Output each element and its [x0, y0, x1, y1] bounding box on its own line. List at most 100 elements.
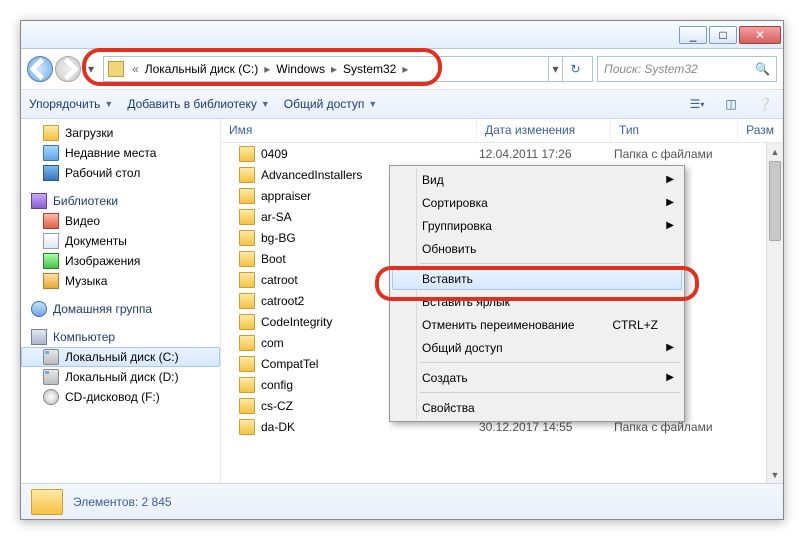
maximize-button[interactable]: □ — [709, 26, 737, 44]
menu-item[interactable]: Вставить — [392, 267, 682, 290]
scrollbar[interactable]: ▲ ▼ — [766, 143, 783, 483]
breadcrumb-seg[interactable]: Локальный диск (C:) — [143, 62, 261, 76]
menu-separator — [420, 362, 680, 363]
sidebar-item[interactable]: Загрузки — [21, 123, 220, 143]
menu-item-label: Вставить — [422, 272, 473, 286]
scroll-thumb[interactable] — [769, 161, 781, 241]
folder-icon — [239, 377, 255, 393]
menu-item[interactable]: Обновить — [392, 237, 682, 260]
menu-separator — [420, 263, 680, 264]
sidebar-item-label: Недавние места — [65, 146, 156, 160]
sidebar-item[interactable]: Домашняя группа — [21, 299, 220, 319]
share-button[interactable]: Общий доступ▼ — [284, 97, 378, 111]
add-to-library-button[interactable]: Добавить в библиотеку▼ — [127, 97, 269, 111]
maximize-icon: □ — [719, 28, 726, 42]
forward-button[interactable] — [55, 56, 81, 82]
cd-icon — [43, 389, 59, 405]
close-button[interactable]: ✕ — [739, 26, 781, 44]
menu-item[interactable]: Создать▶ — [392, 366, 682, 389]
sidebar-item[interactable]: Локальный диск (C:) — [21, 347, 220, 367]
minimize-icon: _ — [690, 28, 697, 42]
menu-item-label: Сортировка — [422, 196, 488, 210]
folder-icon — [239, 398, 255, 414]
sidebar-item-label: Домашняя группа — [53, 302, 152, 316]
places-icon — [43, 145, 59, 161]
table-row[interactable]: 040912.04.2011 17:26Папка с файлами — [221, 143, 783, 164]
menu-item[interactable]: Вид▶ — [392, 168, 682, 191]
back-button[interactable] — [27, 56, 53, 82]
folder-icon — [108, 61, 124, 77]
col-size[interactable]: Разм — [738, 119, 783, 142]
search-placeholder: Поиск: System32 — [604, 62, 698, 76]
file-type: Папка с файлами — [614, 147, 742, 161]
chevron-right-icon[interactable]: ▸ — [327, 62, 341, 76]
breadcrumb-seg[interactable]: System32 — [341, 62, 398, 76]
file-date: 12.04.2011 17:26 — [479, 147, 614, 161]
breadcrumb-seg[interactable]: Windows — [274, 62, 327, 76]
col-name[interactable]: Имя — [221, 119, 477, 142]
folder-icon — [239, 251, 255, 267]
sidebar-item[interactable]: Изображения — [21, 251, 220, 271]
status-bar: Элементов: 2 845 — [21, 483, 783, 519]
search-icon: 🔍 — [755, 62, 770, 76]
folder-icon — [43, 125, 59, 141]
search-input[interactable]: Поиск: System32 🔍 — [597, 56, 777, 82]
folder-icon — [239, 314, 255, 330]
sidebar-item-label: Загрузки — [65, 126, 113, 140]
menu-separator — [420, 392, 680, 393]
col-date[interactable]: Дата изменения — [477, 119, 611, 142]
sidebar-item[interactable]: Документы — [21, 231, 220, 251]
video-icon — [43, 213, 59, 229]
sidebar-item[interactable]: Рабочий стол — [21, 163, 220, 183]
folder-icon — [239, 209, 255, 225]
sidebar-item[interactable]: Недавние места — [21, 143, 220, 163]
submenu-arrow-icon: ▶ — [666, 220, 674, 231]
menu-item-label: Свойства — [422, 401, 475, 415]
menu-item[interactable]: Свойства — [392, 396, 682, 419]
breadcrumb[interactable]: « Локальный диск (C:) ▸ Windows ▸ System… — [103, 56, 593, 82]
breadcrumb-overflow[interactable]: « — [128, 62, 143, 76]
col-type[interactable]: Тип — [611, 119, 738, 142]
view-options-button[interactable]: ☰▾ — [687, 94, 707, 114]
folder-icon — [239, 356, 255, 372]
sidebar-item-label: Локальный диск (D:) — [65, 370, 179, 384]
menu-item[interactable]: Отменить переименованиеCTRL+Z — [392, 313, 682, 336]
breadcrumb-dropdown[interactable]: ▾ — [548, 56, 562, 82]
folder-icon — [239, 335, 255, 351]
sidebar-item[interactable]: Библиотеки — [21, 191, 220, 211]
desktop-icon — [43, 165, 59, 181]
refresh-button[interactable]: ↻ — [562, 56, 588, 82]
sidebar-item-label: Локальный диск (C:) — [65, 350, 179, 364]
sidebar-item[interactable]: Компьютер — [21, 327, 220, 347]
sidebar-item[interactable]: Музыка — [21, 271, 220, 291]
sidebar-item[interactable]: Локальный диск (D:) — [21, 367, 220, 387]
menu-item[interactable]: Сортировка▶ — [392, 191, 682, 214]
help-button[interactable]: ❔ — [755, 94, 775, 114]
history-dropdown[interactable]: ▾ — [83, 56, 99, 82]
doc-icon — [43, 233, 59, 249]
menu-item[interactable]: Группировка▶ — [392, 214, 682, 237]
status-text: Элементов: 2 845 — [73, 495, 172, 509]
menu-item[interactable]: Вставить ярлык — [392, 290, 682, 313]
sidebar-item[interactable]: Видео — [21, 211, 220, 231]
chevron-right-icon[interactable]: ▸ — [398, 62, 412, 76]
pc-icon — [31, 329, 47, 345]
sidebar-item[interactable]: CD-дисковод (F:) — [21, 387, 220, 407]
minimize-button[interactable]: _ — [679, 26, 707, 44]
folder-icon — [239, 167, 255, 183]
menu-item[interactable]: Общий доступ▶ — [392, 336, 682, 359]
chevron-right-icon[interactable]: ▸ — [260, 62, 274, 76]
scroll-up-icon[interactable]: ▲ — [767, 143, 783, 160]
folder-icon — [239, 146, 255, 162]
scroll-down-icon[interactable]: ▼ — [767, 466, 783, 483]
preview-pane-button[interactable]: ◫ — [721, 94, 741, 114]
sidebar-item-label: Рабочий стол — [65, 166, 140, 180]
sidebar-item-label: Видео — [65, 214, 100, 228]
menu-item-label: Общий доступ — [422, 341, 503, 355]
organize-button[interactable]: Упорядочить▼ — [29, 97, 113, 111]
submenu-arrow-icon: ▶ — [666, 372, 674, 383]
menu-shortcut: CTRL+Z — [612, 318, 658, 332]
nav-row: ▾ « Локальный диск (C:) ▸ Windows ▸ Syst… — [21, 49, 783, 89]
folder-icon — [239, 272, 255, 288]
context-menu: Вид▶Сортировка▶Группировка▶ОбновитьВстав… — [389, 165, 685, 422]
